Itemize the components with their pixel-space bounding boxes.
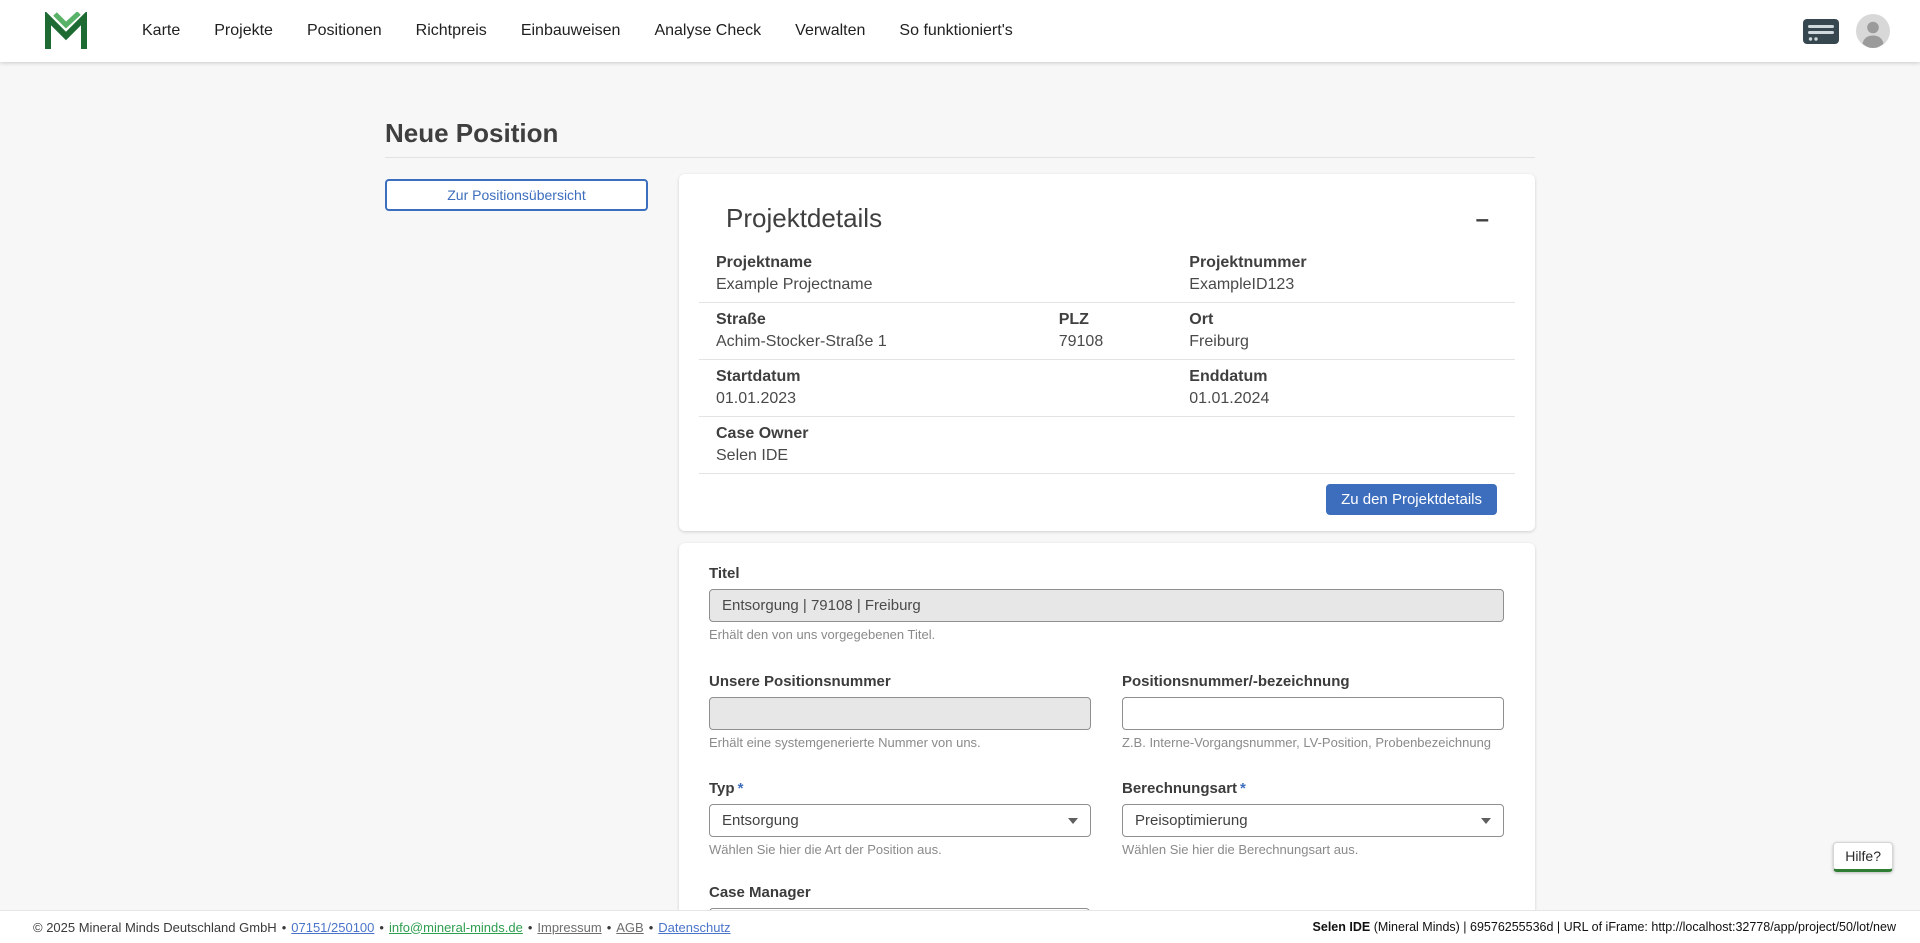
user-avatar-icon bbox=[1856, 14, 1890, 48]
footer: © 2025 Mineral Minds Deutschland GmbH • … bbox=[0, 910, 1920, 943]
nav-item-so-funktionierts[interactable]: So funktioniert's bbox=[899, 22, 1012, 40]
right-column: Projektdetails – Projektname Example Pro… bbox=[679, 174, 1535, 943]
projektnummer-label: Projektnummer bbox=[1189, 253, 1515, 273]
user-avatar[interactable] bbox=[1856, 14, 1890, 48]
table-row: Case Owner Selen IDE bbox=[699, 417, 1515, 474]
project-details-table: Projektname Example Projectname Projektn… bbox=[699, 246, 1515, 474]
titel-label: Titel bbox=[709, 565, 1504, 583]
unsere-positionsnummer-input bbox=[709, 697, 1091, 730]
footer-agb-link[interactable]: AGB bbox=[616, 920, 643, 935]
typ-field: Typ* Entsorgung Wählen Sie hier die Art … bbox=[709, 780, 1091, 858]
berechnungsart-select[interactable]: Preisoptimierung bbox=[1122, 804, 1504, 837]
nav-item-analyse-check[interactable]: Analyse Check bbox=[654, 22, 761, 40]
ort-value: Freiburg bbox=[1189, 332, 1515, 352]
strasse-label: Straße bbox=[716, 310, 1042, 330]
footer-left: © 2025 Mineral Minds Deutschland GmbH • … bbox=[33, 920, 731, 935]
case-owner-label: Case Owner bbox=[716, 424, 1515, 444]
footer-email-link[interactable]: info@mineral-minds.de bbox=[389, 920, 523, 935]
project-details-title: Projektdetails bbox=[726, 204, 882, 234]
case-owner-value: Selen IDE bbox=[716, 446, 1515, 466]
unsere-positionsnummer-field: Unsere Positionsnummer Erhält eine syste… bbox=[709, 673, 1091, 751]
copyright-text: © 2025 Mineral Minds Deutschland GmbH bbox=[33, 920, 277, 935]
title-divider bbox=[385, 157, 1535, 158]
page-title: Neue Position bbox=[385, 118, 1535, 149]
go-to-project-details-button[interactable]: Zu den Projektdetails bbox=[1326, 484, 1497, 515]
berechnungsart-helper: Wählen Sie hier die Berechnungsart aus. bbox=[1122, 842, 1504, 858]
startdatum-value: 01.01.2023 bbox=[716, 389, 1172, 409]
berechnungsart-field: Berechnungsart* Preisoptimierung Wählen … bbox=[1122, 780, 1504, 858]
positionsnummer-label: Positionsnummer/-bezeichnung bbox=[1122, 673, 1504, 691]
typ-helper: Wählen Sie hier die Art der Position aus… bbox=[709, 842, 1091, 858]
berechnungsart-label: Berechnungsart bbox=[1122, 780, 1237, 797]
main-content: Neue Position Zur Positionsübersicht Pro… bbox=[0, 62, 1920, 943]
nav-item-richtpreis[interactable]: Richtpreis bbox=[416, 22, 487, 40]
footer-separator: • bbox=[528, 920, 533, 935]
footer-separator: • bbox=[379, 920, 384, 935]
titel-field: Titel Erhält den von uns vorgegebenen Ti… bbox=[709, 565, 1504, 643]
help-button[interactable]: Hilfe? bbox=[1833, 842, 1893, 872]
nav-item-verwalten[interactable]: Verwalten bbox=[795, 22, 865, 40]
logo-m-icon bbox=[44, 12, 88, 50]
footer-separator: • bbox=[649, 920, 654, 935]
table-row: Straße Achim-Stocker-Straße 1 PLZ 79108 … bbox=[699, 303, 1515, 360]
typ-select[interactable]: Entsorgung bbox=[709, 804, 1091, 837]
berechnungsart-select-value: Preisoptimierung bbox=[1135, 812, 1248, 829]
back-to-positions-button[interactable]: Zur Positionsübersicht bbox=[385, 179, 648, 211]
enddatum-value: 01.01.2024 bbox=[1189, 389, 1515, 409]
unsere-positionsnummer-helper: Erhält eine systemgenerierte Nummer von … bbox=[709, 735, 1091, 751]
main-nav: Karte Projekte Positionen Richtpreis Ein… bbox=[142, 22, 1013, 40]
ort-label: Ort bbox=[1189, 310, 1515, 330]
left-column: Zur Positionsübersicht bbox=[385, 174, 648, 211]
table-row: Startdatum 01.01.2023 Enddatum 01.01.202… bbox=[699, 360, 1515, 417]
nav-item-projekte[interactable]: Projekte bbox=[214, 22, 273, 40]
nav-item-positionen[interactable]: Positionen bbox=[307, 22, 382, 40]
positionsnummer-helper: Z.B. Interne-Vorgangsnummer, LV-Position… bbox=[1122, 735, 1504, 751]
top-navbar: Karte Projekte Positionen Richtpreis Ein… bbox=[0, 0, 1920, 62]
footer-session-info: Selen IDE (Mineral Minds) | 69576255536d… bbox=[1313, 920, 1896, 934]
projektnummer-value: ExampleID123 bbox=[1189, 275, 1515, 295]
nav-item-einbauweisen[interactable]: Einbauweisen bbox=[521, 22, 621, 40]
footer-user-name: Selen IDE bbox=[1313, 920, 1371, 934]
server-icon[interactable] bbox=[1802, 18, 1840, 45]
chevron-down-icon bbox=[1481, 818, 1491, 824]
strasse-value: Achim-Stocker-Straße 1 bbox=[716, 332, 1042, 352]
new-position-form-card: Titel Erhält den von uns vorgegebenen Ti… bbox=[679, 543, 1535, 943]
nav-item-karte[interactable]: Karte bbox=[142, 22, 180, 40]
footer-separator: • bbox=[282, 920, 287, 935]
plz-label: PLZ bbox=[1059, 310, 1173, 330]
positionsnummer-input[interactable] bbox=[1122, 697, 1504, 730]
projektname-label: Projektname bbox=[716, 253, 1172, 273]
required-asterisk: * bbox=[738, 780, 744, 797]
typ-label: Typ bbox=[709, 780, 735, 797]
required-asterisk: * bbox=[1240, 780, 1246, 797]
titel-helper: Erhält den von uns vorgegebenen Titel. bbox=[709, 627, 1504, 643]
plz-value: 79108 bbox=[1059, 332, 1173, 352]
projektname-value: Example Projectname bbox=[716, 275, 1172, 295]
footer-session-text: (Mineral Minds) | 69576255536d | URL of … bbox=[1370, 920, 1896, 934]
navbar-right-group bbox=[1802, 14, 1890, 48]
table-row: Projektname Example Projectname Projektn… bbox=[699, 246, 1515, 303]
enddatum-label: Enddatum bbox=[1189, 367, 1515, 387]
chevron-down-icon bbox=[1068, 818, 1078, 824]
case-manager-label: Case Manager bbox=[709, 884, 1090, 902]
footer-impressum-link[interactable]: Impressum bbox=[537, 920, 601, 935]
collapse-card-button[interactable]: – bbox=[1470, 204, 1495, 236]
footer-phone-link[interactable]: 07151/250100 bbox=[291, 920, 374, 935]
server-icon-glyph bbox=[1802, 18, 1840, 45]
startdatum-label: Startdatum bbox=[716, 367, 1172, 387]
footer-separator: • bbox=[607, 920, 612, 935]
titel-input bbox=[709, 589, 1504, 622]
footer-datenschutz-link[interactable]: Datenschutz bbox=[658, 920, 730, 935]
project-details-card: Projektdetails – Projektname Example Pro… bbox=[679, 174, 1535, 531]
typ-select-value: Entsorgung bbox=[722, 812, 799, 829]
unsere-positionsnummer-label: Unsere Positionsnummer bbox=[709, 673, 1091, 691]
mineral-minds-logo[interactable] bbox=[44, 11, 90, 51]
positionsnummer-field: Positionsnummer/-bezeichnung Z.B. Intern… bbox=[1122, 673, 1504, 751]
